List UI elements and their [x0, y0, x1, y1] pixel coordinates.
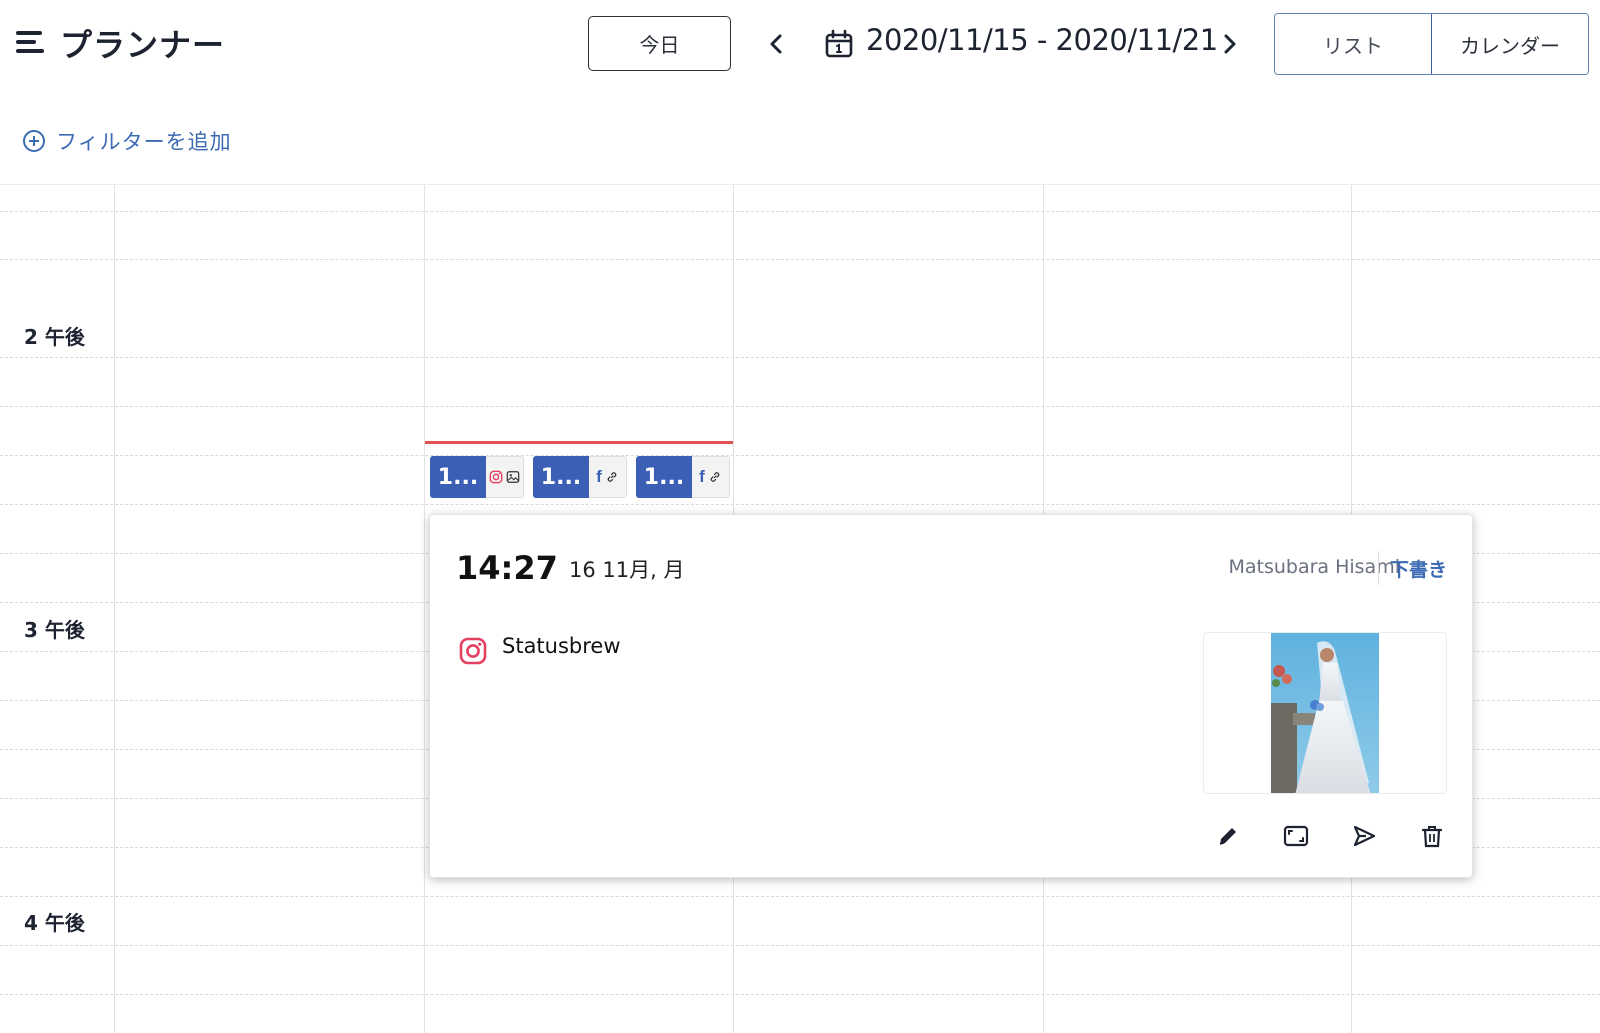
post-preview-popover: 14:27 16 11月, 月 Matsubara Hisami 下書き Sta…: [429, 514, 1473, 878]
grid-line: [0, 945, 1600, 946]
grid-line: [0, 504, 1600, 505]
post-date: 16 11月, 月: [569, 558, 685, 582]
grid-line: [0, 406, 1600, 407]
hour-label: 4 午後: [24, 911, 85, 935]
link-icon: [607, 472, 617, 482]
chevron-left-icon[interactable]: [764, 29, 790, 59]
date-range-label[interactable]: 2020/11/15 - 2020/11/21: [866, 23, 1218, 57]
day-column-divider: [424, 185, 425, 1033]
account-name: Statusbrew: [502, 634, 621, 658]
event-chip-time: 1...: [430, 456, 486, 498]
event-chip-icons: f: [692, 456, 730, 498]
expand-icon[interactable]: [1281, 821, 1311, 851]
hamburger-menu-icon[interactable]: [16, 28, 46, 58]
post-time: 14:27: [456, 549, 558, 587]
instagram-icon: [459, 637, 487, 665]
today-button[interactable]: 今日: [588, 16, 731, 71]
add-filter-label: フィルターを追加: [56, 130, 232, 154]
grid-line: [0, 896, 1600, 897]
link-icon: [710, 472, 720, 482]
grid-line: [0, 994, 1600, 995]
page-title: プランナー: [60, 26, 226, 64]
event-chip-time: 1...: [533, 456, 589, 498]
event-chip[interactable]: 1...: [430, 456, 524, 498]
grid-line: [0, 455, 1600, 456]
post-media-thumbnail[interactable]: [1203, 632, 1447, 794]
grid-line: [0, 259, 1600, 260]
chevron-right-icon[interactable]: [1216, 29, 1242, 59]
day-column-divider: [114, 185, 115, 1033]
grid-line: [0, 211, 1600, 212]
plus-circle-icon: [23, 130, 45, 152]
divider: [1378, 551, 1379, 585]
facebook-icon: f: [596, 467, 602, 486]
event-chip-icons: f: [589, 456, 627, 498]
add-filter-button[interactable]: フィルターを追加: [22, 126, 232, 156]
hour-label: 2 午後: [24, 325, 85, 349]
list-view-button[interactable]: リスト: [1275, 14, 1431, 74]
view-toggle: リスト カレンダー: [1274, 13, 1589, 75]
edit-icon[interactable]: [1213, 821, 1243, 851]
delete-icon[interactable]: [1417, 821, 1447, 851]
facebook-icon: f: [699, 467, 705, 486]
calendar-icon[interactable]: [823, 28, 855, 60]
post-actions: [1213, 821, 1447, 851]
post-image: [1271, 633, 1379, 793]
event-chip[interactable]: 1... f: [533, 456, 627, 498]
grid-line: [0, 357, 1600, 358]
event-chip-time: 1...: [636, 456, 692, 498]
event-chip[interactable]: 1... f: [636, 456, 730, 498]
current-time-indicator: [425, 441, 733, 444]
send-icon[interactable]: [1349, 821, 1379, 851]
hour-label: 3 午後: [24, 618, 85, 642]
calendar-view-button[interactable]: カレンダー: [1431, 14, 1588, 74]
instagram-icon: [489, 470, 503, 484]
image-icon: [506, 471, 520, 483]
event-chip-icons: [486, 456, 524, 498]
post-author: Matsubara Hisami: [1228, 556, 1400, 578]
status-badge: 下書き: [1390, 559, 1448, 581]
